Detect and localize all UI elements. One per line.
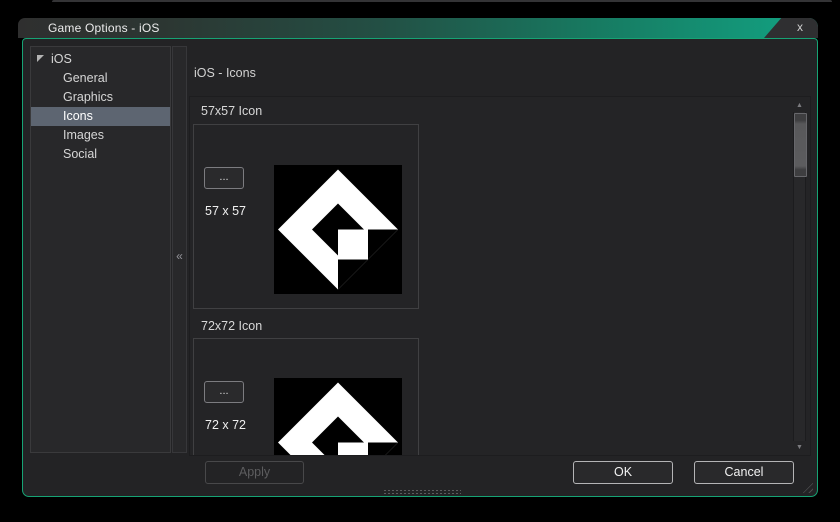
title-bar[interactable]: Game Options - iOS x — [18, 18, 818, 38]
close-button[interactable]: x — [764, 18, 818, 38]
tree-item-social[interactable]: Social — [31, 145, 170, 164]
tree-item-label: iOS — [51, 52, 72, 66]
scrollbar-track[interactable] — [793, 112, 807, 441]
options-tree: iOS General Graphics Icons Images Social — [30, 46, 171, 453]
icons-viewport: 57x57 Icon ... 57 x 57 72x72 Icon ... 72… — [190, 97, 792, 455]
scrollbar-thumb[interactable] — [794, 113, 807, 177]
panel-splitter[interactable]: « — [172, 46, 187, 453]
tree-item-graphics[interactable]: Graphics — [31, 88, 170, 107]
apply-button[interactable]: Apply — [205, 461, 304, 484]
tree-item-ios[interactable]: iOS — [31, 50, 170, 69]
tree-item-label: General — [63, 71, 108, 85]
scroll-down-icon[interactable]: ▼ — [792, 441, 807, 454]
window-title: Game Options - iOS — [48, 21, 160, 35]
group-box-57: ... 57 x 57 — [193, 124, 419, 309]
size-label-57: 57 x 57 — [205, 204, 247, 218]
ok-button[interactable]: OK — [573, 461, 673, 484]
icons-scroll-area: 57x57 Icon ... 57 x 57 72x72 Icon ... 72… — [189, 96, 811, 456]
tree-item-label: Graphics — [63, 90, 114, 104]
collapse-panel-icon[interactable]: « — [173, 250, 186, 262]
icon-preview-72 — [274, 378, 402, 455]
tree-item-label: Icons — [63, 109, 93, 123]
tree-item-general[interactable]: General — [31, 69, 170, 88]
cancel-button[interactable]: Cancel — [694, 461, 794, 484]
tree-item-label: Social — [63, 147, 98, 161]
group-label-57: 57x57 Icon — [201, 104, 263, 118]
gamemaker-logo-image — [274, 165, 402, 294]
browse-57-button[interactable]: ... — [204, 167, 244, 189]
screen: Game Options - iOS x iOS General Graphic… — [0, 0, 840, 522]
browse-72-button[interactable]: ... — [204, 381, 244, 403]
group-label-72: 72x72 Icon — [201, 319, 263, 333]
tree-item-label: Images — [63, 128, 104, 142]
tree-expanded-icon[interactable] — [37, 55, 44, 62]
background-window-edge — [52, 0, 832, 2]
vertical-scrollbar[interactable]: ▲ ▼ — [792, 99, 807, 454]
size-label-72: 72 x 72 — [205, 418, 247, 432]
tree-item-icons[interactable]: Icons — [31, 107, 170, 126]
page-title: iOS - Icons — [194, 66, 256, 80]
dialog-body: iOS General Graphics Icons Images Social… — [22, 38, 818, 497]
gamemaker-logo-image — [274, 378, 402, 455]
bottom-drag-handle[interactable] — [383, 489, 461, 495]
scroll-up-icon[interactable]: ▲ — [792, 99, 807, 112]
resize-grip[interactable] — [800, 480, 813, 493]
icon-preview-57 — [274, 165, 402, 294]
close-icon: x — [797, 20, 803, 34]
group-box-72: ... 72 x 72 — [193, 338, 419, 455]
tree-item-images[interactable]: Images — [31, 126, 170, 145]
